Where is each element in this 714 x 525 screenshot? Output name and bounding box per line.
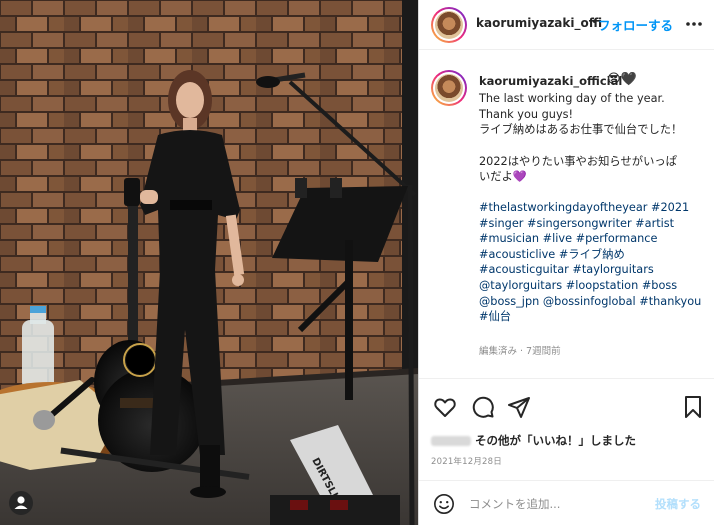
hashtag-line[interactable]: #musician #live #performance: [479, 231, 711, 247]
caption-line: 2022はやりたい事やお知らせがいっぱ: [479, 154, 677, 168]
caption-section: kaorumiyazaki_official 😎🖤 The last worki…: [419, 50, 714, 373]
post-photo-image: DIRTSLIV: [0, 0, 418, 525]
caption-line: ライブ納めはあるお仕事で仙台でした！: [479, 123, 683, 137]
blurred-username: [431, 435, 471, 446]
post-sidebar: kaorumiyazaki_offi • フォローする kaorumiyazak…: [418, 0, 714, 525]
caption-line: Thank you guys!: [479, 107, 574, 121]
caption-line: いだよ💜: [479, 170, 527, 184]
caption-text: The last working day of the year. Thank …: [479, 91, 711, 185]
post-header: kaorumiyazaki_offi • フォローする: [419, 0, 714, 50]
comment-bar: 投稿する: [419, 480, 714, 525]
heart-icon[interactable]: [433, 395, 457, 419]
caption-avatar[interactable]: [431, 70, 467, 106]
hashtag-line[interactable]: @boss_jpn @bossinfoglobal #thankyou: [479, 294, 711, 310]
emoji-icon[interactable]: [433, 493, 455, 515]
hashtag-line[interactable]: #singer #singersongwriter #artist: [479, 216, 711, 232]
hashtag-line[interactable]: #thelastworkingdayoftheyear #2021: [479, 200, 711, 216]
hashtag-line[interactable]: #仙台: [479, 309, 711, 325]
caption-line: The last working day of the year.: [479, 92, 665, 105]
more-icon[interactable]: [684, 14, 704, 34]
share-icon[interactable]: [507, 395, 531, 419]
likes-summary[interactable]: その他が「いいね！」しました: [431, 430, 636, 448]
user-tag-icon[interactable]: [8, 490, 34, 516]
bookmark-icon[interactable]: [681, 395, 705, 419]
action-bar: [419, 378, 714, 428]
caption-username[interactable]: kaorumiyazaki_official: [479, 74, 622, 88]
hashtag-line[interactable]: @taylorguitars #loopstation #boss: [479, 278, 711, 294]
follow-button[interactable]: フォローする: [598, 15, 673, 34]
comment-input[interactable]: [469, 494, 649, 514]
comment-icon[interactable]: [471, 395, 495, 419]
likes-text: その他が「いいね！」しました: [475, 433, 636, 448]
post-comment-button[interactable]: 投稿する: [655, 496, 701, 512]
post-date: 2021年12月28日: [431, 457, 502, 467]
header-username[interactable]: kaorumiyazaki_offi: [476, 16, 602, 30]
caption-emojis: 😎🖤: [607, 72, 637, 87]
hashtag-block: #thelastworkingdayoftheyear #2021 #singe…: [479, 200, 711, 325]
hashtag-line[interactable]: #acousticlive #ライブ納め: [479, 247, 711, 263]
header-avatar[interactable]: [431, 7, 467, 43]
caption-edited-time: 編集済み · 7週間前: [479, 346, 561, 357]
hashtag-line[interactable]: #acousticguitar #taylorguitars: [479, 262, 711, 278]
post-photo[interactable]: DIRTSLIV: [0, 0, 418, 525]
